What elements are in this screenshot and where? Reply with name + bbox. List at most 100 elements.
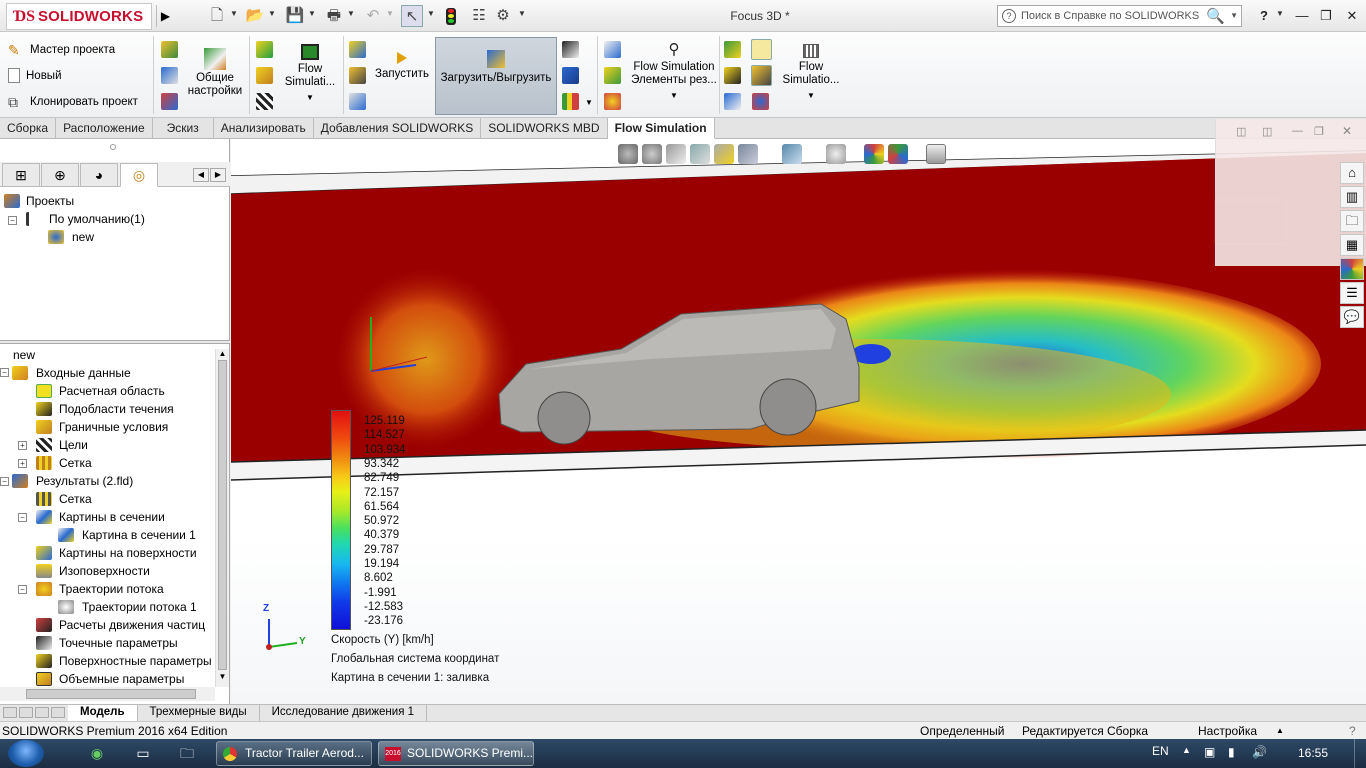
- flow-simulation-tools-button[interactable]: Flow Simulatio... ▼: [778, 38, 844, 100]
- panel-splitter[interactable]: [0, 340, 230, 344]
- goals-flag-icon[interactable]: [256, 93, 273, 110]
- network-icon[interactable]: ▮: [1228, 745, 1235, 759]
- xy-plot-icon[interactable]: [724, 41, 741, 58]
- previous-view-icon[interactable]: [666, 144, 686, 164]
- options-gear-icon[interactable]: ⚙: [492, 5, 514, 27]
- help-dropdown-icon[interactable]: ▼: [1276, 9, 1284, 18]
- home-icon[interactable]: ⌂: [1340, 162, 1364, 184]
- tab-layout[interactable]: Расположение: [56, 118, 153, 139]
- tab-scroll-left-icon[interactable]: ◀: [193, 168, 209, 182]
- tab-next-icon[interactable]: [35, 707, 49, 718]
- overlay-restore-icon[interactable]: ❐: [1314, 125, 1324, 138]
- tab-prev-icon[interactable]: [19, 707, 33, 718]
- tree-item-particle-study[interactable]: Расчеты движения частиц: [59, 618, 205, 632]
- tree-item-results-mesh[interactable]: Сетка: [59, 492, 92, 506]
- taskbar-chrome-button[interactable]: Tractor Trailer Aerod...: [216, 741, 372, 766]
- overlay-back-icon[interactable]: ◫: [1236, 125, 1246, 138]
- bar-chart-icon[interactable]: [562, 93, 579, 110]
- check-geometry-icon[interactable]: [161, 93, 178, 110]
- pinned-file-icon[interactable]: ▭: [128, 742, 158, 765]
- tab-sketch[interactable]: Эскиз: [153, 118, 214, 139]
- expand-goals-icon[interactable]: +: [18, 441, 27, 450]
- restore-button[interactable]: ❐: [1314, 6, 1338, 26]
- dynamic-annotation-icon[interactable]: [714, 144, 734, 164]
- view-settings-icon[interactable]: [926, 144, 946, 164]
- tree-item-results[interactable]: Результаты (2.fld): [36, 474, 133, 488]
- load-unload-button[interactable]: Загрузить/Выгрузить: [435, 37, 557, 115]
- tree-item-surface-params[interactable]: Поверхностные параметры: [59, 654, 212, 668]
- mesh-icon[interactable]: [349, 41, 366, 58]
- expand-mesh-icon[interactable]: +: [18, 459, 27, 468]
- tree-item-volume-params[interactable]: Объемные параметры: [59, 672, 184, 686]
- print-icon[interactable]: 🖶: [323, 5, 345, 27]
- tab-addins[interactable]: Добавления SOLIDWORKS: [314, 118, 482, 139]
- tree-item-fluid-subdomains[interactable]: Подобласти течения: [59, 402, 174, 416]
- apply-scene-icon[interactable]: [888, 144, 908, 164]
- property-manager-tab-icon[interactable]: ⊕: [41, 163, 79, 187]
- status-settings[interactable]: Настройка: [1198, 724, 1257, 738]
- tab-3d-views[interactable]: Трехмерные виды: [138, 705, 260, 721]
- tree-item-flow-trajectories[interactable]: Траектории потока: [59, 582, 164, 596]
- analysis-root-label[interactable]: new: [13, 348, 35, 362]
- undo-dropdown-icon[interactable]: ▼: [386, 9, 394, 18]
- project-wizard-button[interactable]: ✎ Мастер проекта: [8, 42, 115, 58]
- lightbulb-icon[interactable]: [751, 39, 772, 60]
- flow-sim-tab-icon[interactable]: ◎: [120, 163, 158, 187]
- view-palette-icon[interactable]: ▦: [1340, 234, 1364, 256]
- report-icon[interactable]: [724, 93, 741, 110]
- run-button[interactable]: Запустить: [372, 38, 432, 81]
- tab-last-icon[interactable]: [51, 707, 65, 718]
- new-dropdown-icon[interactable]: ▼: [230, 9, 238, 18]
- save-dropdown-icon[interactable]: ▼: [308, 9, 316, 18]
- scroll-up-icon[interactable]: ▲: [216, 349, 229, 358]
- tray-app-icon[interactable]: ▣: [1204, 745, 1215, 759]
- appearances-icon[interactable]: [1340, 258, 1364, 280]
- panel-collapse-handle[interactable]: [110, 144, 116, 150]
- computational-domain-icon[interactable]: [256, 41, 273, 58]
- show-desktop-button[interactable]: [1354, 739, 1366, 768]
- feature-tree-tab-icon[interactable]: ⊞: [2, 163, 40, 187]
- tree-item-flow-trajectory-1[interactable]: Траектории потока 1: [82, 600, 197, 614]
- expand-flow-trajectories-icon[interactable]: −: [18, 585, 27, 594]
- open-icon[interactable]: 📂: [244, 5, 266, 27]
- clone-project-button[interactable]: ⧉ Клонировать проект: [8, 94, 138, 110]
- language-indicator[interactable]: EN: [1152, 744, 1169, 758]
- cut-plot-icon[interactable]: [604, 41, 621, 58]
- taskbar-solidworks-button[interactable]: 2016 SOLIDWORKS Premi...: [378, 741, 534, 766]
- transfer-icon[interactable]: [349, 93, 366, 110]
- flow-simulation-menu-button[interactable]: Flow Simulati... ▼: [280, 38, 340, 102]
- save-icon[interactable]: 💾: [284, 5, 306, 27]
- tree-item-isosurfaces[interactable]: Изоповерхности: [59, 564, 150, 578]
- chart-dropdown-icon[interactable]: ▼: [585, 98, 593, 107]
- expand-cut-plots-icon[interactable]: −: [18, 513, 27, 522]
- display-manager-tab-icon[interactable]: ◕: [80, 163, 118, 187]
- help-search-box[interactable]: ? Поиск в Справке по SOLIDWORKS 🔍 ▼: [997, 5, 1242, 27]
- help-button[interactable]: ?: [1252, 6, 1276, 26]
- new-project-button[interactable]: Новый: [8, 68, 62, 83]
- tab-evaluate[interactable]: Анализировать: [214, 118, 314, 139]
- tree-item-input-data[interactable]: Входные данные: [36, 366, 131, 380]
- tree-item-point-params[interactable]: Точечные параметры: [59, 636, 178, 650]
- search-dropdown-icon[interactable]: ▼: [1230, 11, 1238, 20]
- show-mesh-icon[interactable]: [349, 67, 366, 84]
- expand-input-data-icon[interactable]: −: [0, 368, 9, 377]
- minimize-button[interactable]: —: [1290, 6, 1314, 26]
- tree-item-goals[interactable]: Цели: [59, 438, 88, 452]
- tree-item-surface-plots[interactable]: Картины на поверхности: [59, 546, 197, 560]
- section-view-icon[interactable]: [690, 144, 710, 164]
- view-orientation-icon[interactable]: [738, 144, 758, 164]
- expand-results-icon[interactable]: −: [0, 477, 9, 486]
- flow-trajectories-icon[interactable]: [604, 93, 621, 110]
- tab-scroll-right-icon[interactable]: ▶: [210, 168, 226, 182]
- tab-motion-study[interactable]: Исследование движения 1: [260, 705, 428, 721]
- volume-icon[interactable]: 🔊: [1252, 745, 1267, 759]
- start-button-icon[interactable]: [8, 740, 44, 767]
- settings-dropdown-icon[interactable]: ▲: [1276, 726, 1284, 735]
- collapse-default-icon[interactable]: −: [8, 216, 17, 225]
- tree-item-comp-domain[interactable]: Расчетная область: [59, 384, 165, 398]
- file-explorer-icon[interactable]: 🗀: [1340, 210, 1364, 232]
- file-properties-icon[interactable]: ☷: [468, 5, 490, 27]
- zoom-area-icon[interactable]: [642, 144, 662, 164]
- overlay-minimize-icon[interactable]: —: [1292, 125, 1303, 137]
- tree-item-boundary-conditions[interactable]: Граничные условия: [59, 420, 168, 434]
